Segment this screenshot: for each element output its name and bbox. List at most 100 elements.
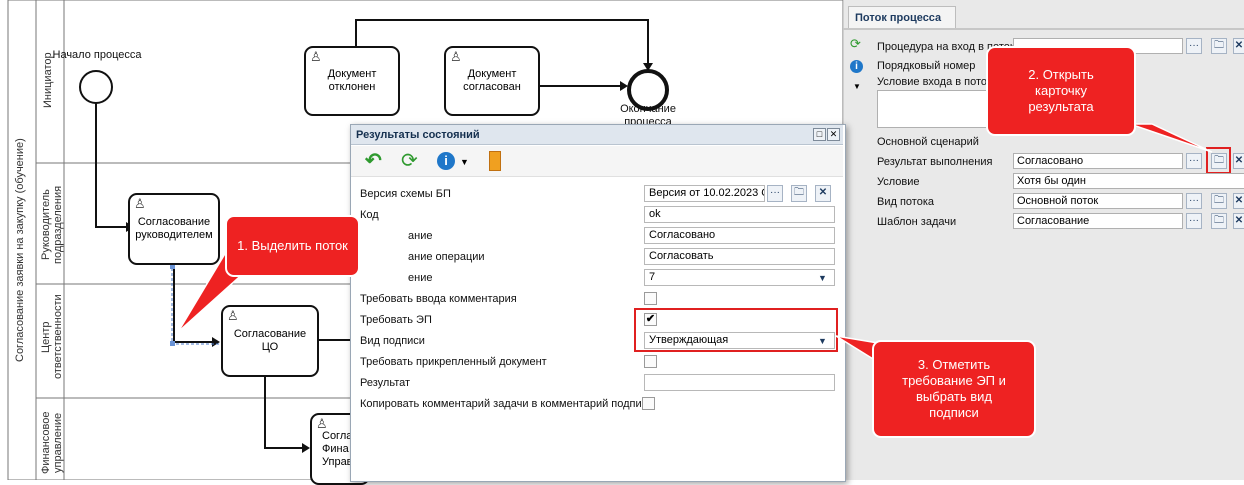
refresh-icon[interactable]: ⟳ [850,36,861,52]
schema-version-ellipsis-button[interactable]: ··· [767,185,783,202]
task-label-line: отклонен [328,81,376,93]
copy-comment-label: Копировать комментарий задачи в коммента… [360,398,654,410]
result-clear-button[interactable]: ✕ [1233,153,1244,169]
value-select[interactable]: 7 [644,269,835,286]
lane-label-head: Руководитель подразделения [40,185,64,265]
flow-type-label: Вид потока [877,196,934,208]
flow-type-ellipsis-button[interactable]: ··· [1186,193,1202,209]
callout-step-2-line: результата [1028,99,1094,114]
require-comment-label: Требовать ввода комментария [360,293,517,305]
task-label-line: Документ [467,68,517,80]
value-label: ение [408,272,433,284]
signature-type-label: Вид подписи [360,335,425,347]
task-label-line: Управ [322,455,353,468]
flow-type-folder-button[interactable]: 🗀 [1211,193,1227,209]
lane-label-co: Центр ответственности [40,294,64,380]
entry-condition-label: Условие входа в поток [877,76,992,88]
user-task-icon: ♙ [450,49,462,64]
refresh-icon[interactable]: ⟳ [401,149,418,173]
task-label-line: Согласование [137,216,211,228]
task-label-line: Согла [322,429,353,442]
result-ellipsis-button[interactable]: ··· [1186,153,1202,169]
order-number-label: Порядковый номер [877,60,976,72]
task-label: Согла Фина Управ [322,430,353,469]
lane-label-fin: Финансовое управление [40,411,64,474]
ep-signature-highlight [634,308,838,352]
callout-step-3: 3. Отметить требование ЭП и выбрать вид … [872,340,1036,438]
result-label: Результат [360,377,411,389]
result-field[interactable]: Согласовано [1013,153,1183,169]
entry-procedure-ellipsis-button[interactable]: ··· [1186,38,1202,54]
state-results-dialog: Результаты состояний □ ✕ ↶ ⟳ i ▼ Версия … [350,124,846,482]
flow-type-field[interactable]: Основной поток [1013,193,1183,209]
task-co-approval[interactable]: ♙ Согласование ЦО [221,305,319,377]
selected-sequence-flow[interactable] [166,262,180,348]
entry-procedure-clear-button[interactable]: ✕ [1233,38,1244,54]
undo-icon[interactable]: ↶ [365,149,382,173]
task-template-folder-button[interactable]: 🗀 [1211,213,1227,229]
condition-label: Условие [877,176,920,188]
task-template-clear-button[interactable]: ✕ [1233,213,1244,229]
tab-strip [843,28,1244,30]
task-label-line: Документ [327,68,377,80]
start-event[interactable] [80,71,112,103]
close-button[interactable]: ✕ [827,128,840,141]
info-icon[interactable]: i [850,60,863,73]
operation-field[interactable]: Согласовать [644,248,835,265]
user-task-icon: ♙ [316,416,328,431]
code-field[interactable]: ok [644,206,835,223]
exit-icon[interactable] [489,151,501,171]
schema-version-folder-button[interactable]: 🗀 [791,185,807,202]
user-task-icon: ♙ [227,308,239,323]
task-label-line: согласован [463,81,521,93]
dialog-title: Результаты состояний [351,125,843,145]
require-attachment-checkbox[interactable] [644,355,657,368]
result-field[interactable] [644,374,835,391]
task-document-approved[interactable]: ♙ Документ согласован [444,46,540,116]
name-field[interactable]: Согласовано [644,227,835,244]
info-icon[interactable]: i [437,152,455,170]
callout-step-2-line: карточку [1034,83,1087,98]
user-task-icon: ♙ [310,49,322,64]
condition-select[interactable]: Хотя бы один [1013,173,1244,189]
callout-step-3-line: подписи [929,405,979,420]
callout-step-3-line: требование ЭП и [902,373,1006,388]
pool-label: Согласование заявки на закупку (обучение… [14,138,26,362]
maximize-button[interactable]: □ [813,128,826,141]
callout-step-2-line: 2. Открыть [1028,67,1094,82]
task-document-rejected[interactable]: ♙ Документ отклонен [304,46,400,116]
callout-step-3-line: выбрать вид [916,389,992,404]
result-folder-highlight [1206,147,1231,174]
schema-version-label: Версия схемы БП [360,188,451,200]
result-label: Результат выполнения [877,156,993,168]
dropdown-arrow-icon[interactable]: ▼ [853,82,861,91]
require-comment-checkbox[interactable] [644,292,657,305]
flow-type-clear-button[interactable]: ✕ [1233,193,1244,209]
task-label-line: руководителем [135,229,213,241]
chevron-down-icon[interactable]: ▼ [818,273,827,283]
task-label: Документ отклонен [328,68,377,94]
start-event-label: Начало процесса [52,49,142,61]
task-label: Согласование руководителем [135,216,212,242]
callout-step-1: 1. Выделить поток [225,215,360,277]
entry-procedure-folder-button[interactable]: 🗀 [1211,38,1227,54]
callout-step-3-line: 3. Отметить [917,357,991,372]
chevron-down-icon[interactable]: ▼ [460,150,469,174]
code-label: Код [360,209,379,221]
task-label-line: ЦО [261,341,279,353]
entry-condition-textarea[interactable] [877,90,987,128]
task-head-approval[interactable]: ♙ Согласование руководителем [128,193,220,265]
schema-version-clear-button[interactable]: ✕ [815,185,831,202]
schema-version-field[interactable]: Версия от 10.02.2023 Оф [644,185,765,202]
callout-step-2: 2. Открыть карточку результата [986,46,1136,136]
panel-side-tools: ⟳ i ▼ [846,34,868,104]
tab-process-flow[interactable]: Поток процесса [848,6,956,28]
task-label-line: Согласование [233,328,307,340]
end-event-label-line1: Окончание [620,103,676,115]
task-template-ellipsis-button[interactable]: ··· [1186,213,1202,229]
task-template-label: Шаблон задачи [877,216,957,228]
task-label-line: Фина [322,442,349,455]
copy-comment-checkbox[interactable] [642,397,655,410]
task-template-field[interactable]: Согласование [1013,213,1183,229]
operation-label: ание операции [408,251,485,263]
